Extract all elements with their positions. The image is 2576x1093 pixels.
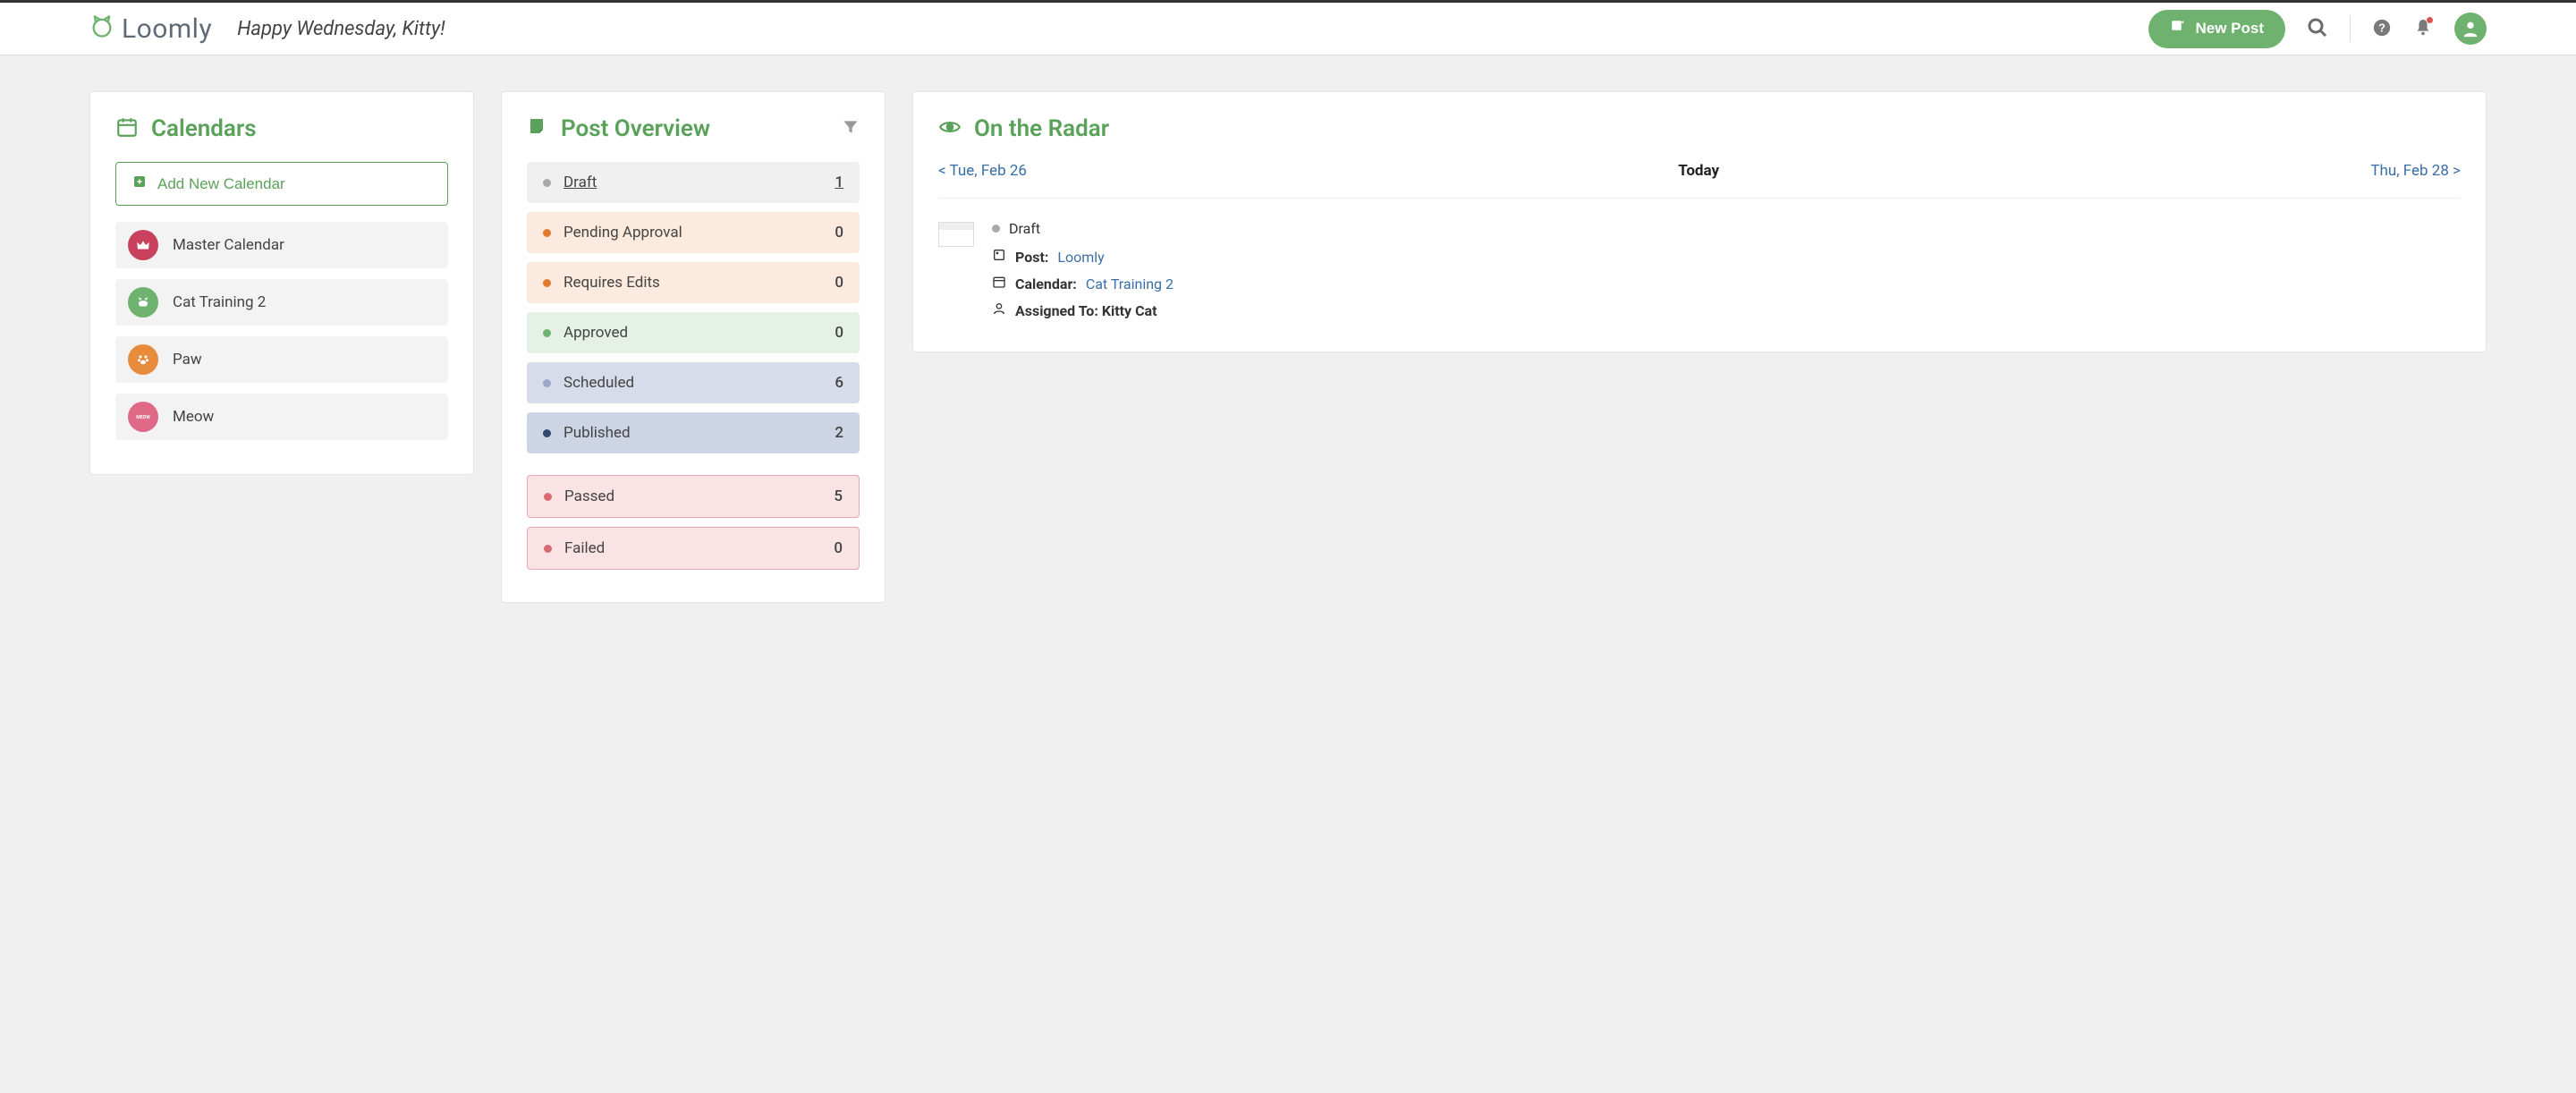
status-count: 0 <box>835 324 843 342</box>
divider <box>2350 15 2351 42</box>
cat-logo-icon <box>89 14 114 43</box>
status-row[interactable]: Published 2 <box>527 412 860 453</box>
new-post-button[interactable]: New Post <box>2148 10 2285 48</box>
status-row[interactable]: Scheduled 6 <box>527 362 860 403</box>
radar-prev[interactable]: < Tue, Feb 26 <box>938 162 1027 180</box>
calendar-item[interactable]: MEOW Meow <box>115 394 448 440</box>
radar-today: Today <box>1678 162 1719 180</box>
radar-entry[interactable]: Draft Post: Loomly Calendar: Cat Trainin… <box>938 220 2461 328</box>
help-icon: ? <box>2372 18 2392 40</box>
status-row[interactable]: Approved 0 <box>527 312 860 353</box>
svg-text:?: ? <box>2378 21 2385 34</box>
greeting-text: Happy Wednesday, Kitty! <box>237 18 445 40</box>
status-dot <box>992 225 1000 233</box>
status-dot <box>543 329 551 337</box>
status-count: 5 <box>834 487 843 505</box>
svg-text:MEOW: MEOW <box>136 415 150 420</box>
status-label: Passed <box>564 487 614 505</box>
note-icon <box>527 116 548 141</box>
add-calendar-button[interactable]: Add New Calendar <box>115 162 448 206</box>
status-label: Approved <box>564 324 628 342</box>
topbar-actions: New Post ? <box>2148 10 2487 48</box>
brand-logo[interactable]: Loomly <box>89 13 212 45</box>
status-label: Scheduled <box>564 374 634 392</box>
filter-button[interactable] <box>842 118 860 140</box>
status-count: 6 <box>835 374 843 392</box>
radar-next[interactable]: Thu, Feb 28 > <box>2370 162 2461 180</box>
calendars-title: Calendars <box>151 115 257 142</box>
status-dot <box>543 229 551 237</box>
calendar-item-name: Paw <box>173 351 202 369</box>
calendar-item[interactable]: Master Calendar <box>115 222 448 268</box>
plus-icon <box>132 174 147 193</box>
status-dot <box>543 429 551 437</box>
topbar: Loomly Happy Wednesday, Kitty! New Post … <box>0 0 2576 55</box>
post-thumbnail <box>938 222 974 247</box>
search-button[interactable] <box>2307 17 2328 41</box>
status-label: Requires Edits <box>564 274 660 292</box>
calendar-item-name: Meow <box>173 408 214 426</box>
eye-icon <box>938 115 962 142</box>
help-button[interactable]: ? <box>2372 18 2392 40</box>
notifications-button[interactable] <box>2413 18 2433 40</box>
radar-date-nav: < Tue, Feb 26 Today Thu, Feb 28 > <box>938 162 2461 199</box>
assigned-label: Assigned To: Kitty Cat <box>1015 302 1157 319</box>
dashboard: Calendars Add New Calendar Master Calend… <box>0 55 2576 639</box>
status-count: 0 <box>834 539 843 557</box>
status-dot <box>543 279 551 287</box>
status-dot <box>544 493 552 501</box>
status-row[interactable]: Draft 1 <box>527 162 860 203</box>
compose-icon <box>2170 19 2186 39</box>
radar-card: On the Radar < Tue, Feb 26 Today Thu, Fe… <box>912 91 2487 352</box>
calendar-icon <box>115 115 139 142</box>
status-dot <box>544 545 552 553</box>
calendar-link[interactable]: Cat Training 2 <box>1086 275 1174 292</box>
calendar-label: Calendar: <box>1015 275 1077 292</box>
radar-status-label: Draft <box>1009 220 1040 237</box>
status-row[interactable]: Pending Approval 0 <box>527 212 860 253</box>
status-label: Failed <box>564 539 605 557</box>
calendar-badge-icon: MEOW <box>128 402 158 432</box>
post-link[interactable]: Loomly <box>1057 249 1104 266</box>
post-label: Post: <box>1015 249 1048 266</box>
radar-title: On the Radar <box>974 115 1109 142</box>
status-row[interactable]: Requires Edits 0 <box>527 262 860 303</box>
add-calendar-label: Add New Calendar <box>157 175 285 193</box>
status-dot <box>543 179 551 187</box>
profile-button[interactable] <box>2454 13 2487 45</box>
calendar-item[interactable]: Cat Training 2 <box>115 279 448 326</box>
status-label: Draft <box>564 174 597 191</box>
calendar-item-name: Master Calendar <box>173 236 284 254</box>
status-count: 0 <box>835 274 843 292</box>
post-icon <box>992 248 1006 266</box>
calendars-card: Calendars Add New Calendar Master Calend… <box>89 91 474 475</box>
calendar-badge-icon <box>128 344 158 375</box>
status-count: 1 <box>835 174 843 191</box>
new-post-label: New Post <box>2195 20 2264 38</box>
brand-name: Loomly <box>122 13 212 45</box>
user-icon <box>992 301 1006 319</box>
status-row[interactable]: Passed 5 <box>527 475 860 518</box>
calendar-item[interactable]: Paw <box>115 336 448 383</box>
avatar-icon <box>2454 13 2487 45</box>
calendar-small-icon <box>992 275 1006 292</box>
calendar-item-name: Cat Training 2 <box>173 293 266 311</box>
status-dot <box>543 379 551 387</box>
status-label: Pending Approval <box>564 224 682 241</box>
search-icon <box>2307 17 2328 41</box>
calendar-badge-icon <box>128 230 158 260</box>
calendar-badge-icon <box>128 287 158 318</box>
status-label: Published <box>564 424 631 442</box>
status-count: 2 <box>835 424 843 442</box>
status-count: 0 <box>835 224 843 241</box>
notification-dot <box>2427 17 2433 23</box>
status-row[interactable]: Failed 0 <box>527 527 860 570</box>
overview-title: Post Overview <box>561 115 710 142</box>
post-overview-card: Post Overview Draft 1 Pending Approval 0… <box>501 91 886 603</box>
